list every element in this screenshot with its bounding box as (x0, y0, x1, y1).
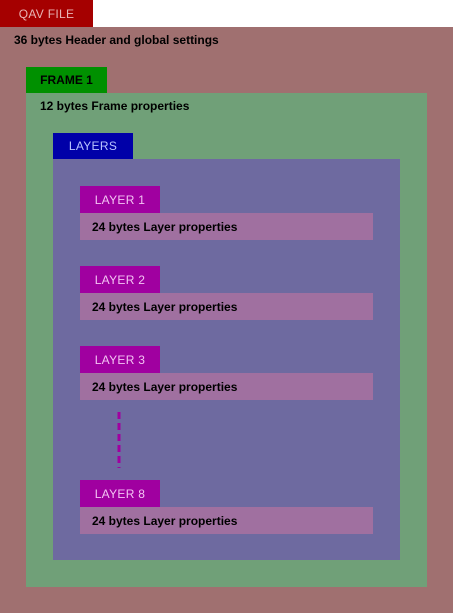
layer-3-label: LAYER 3 (80, 346, 160, 373)
qav-file-label: QAV FILE (0, 0, 93, 27)
layer-1-properties: 24 bytes Layer properties (80, 213, 373, 240)
layer-continuation-dashed-line (117, 412, 121, 468)
layers-label: LAYERS (53, 133, 133, 159)
frame-properties-description: 12 bytes Frame properties (40, 99, 190, 113)
layer-8-label: LAYER 8 (80, 480, 160, 507)
layer-1-label: LAYER 1 (80, 186, 160, 213)
layer-2-label: LAYER 2 (80, 266, 160, 293)
qav-file-header-description: 36 bytes Header and global settings (14, 33, 219, 47)
layer-8-properties: 24 bytes Layer properties (80, 507, 373, 534)
layer-2-properties: 24 bytes Layer properties (80, 293, 373, 320)
layer-3-properties: 24 bytes Layer properties (80, 373, 373, 400)
frame-label: FRAME 1 (26, 67, 107, 93)
